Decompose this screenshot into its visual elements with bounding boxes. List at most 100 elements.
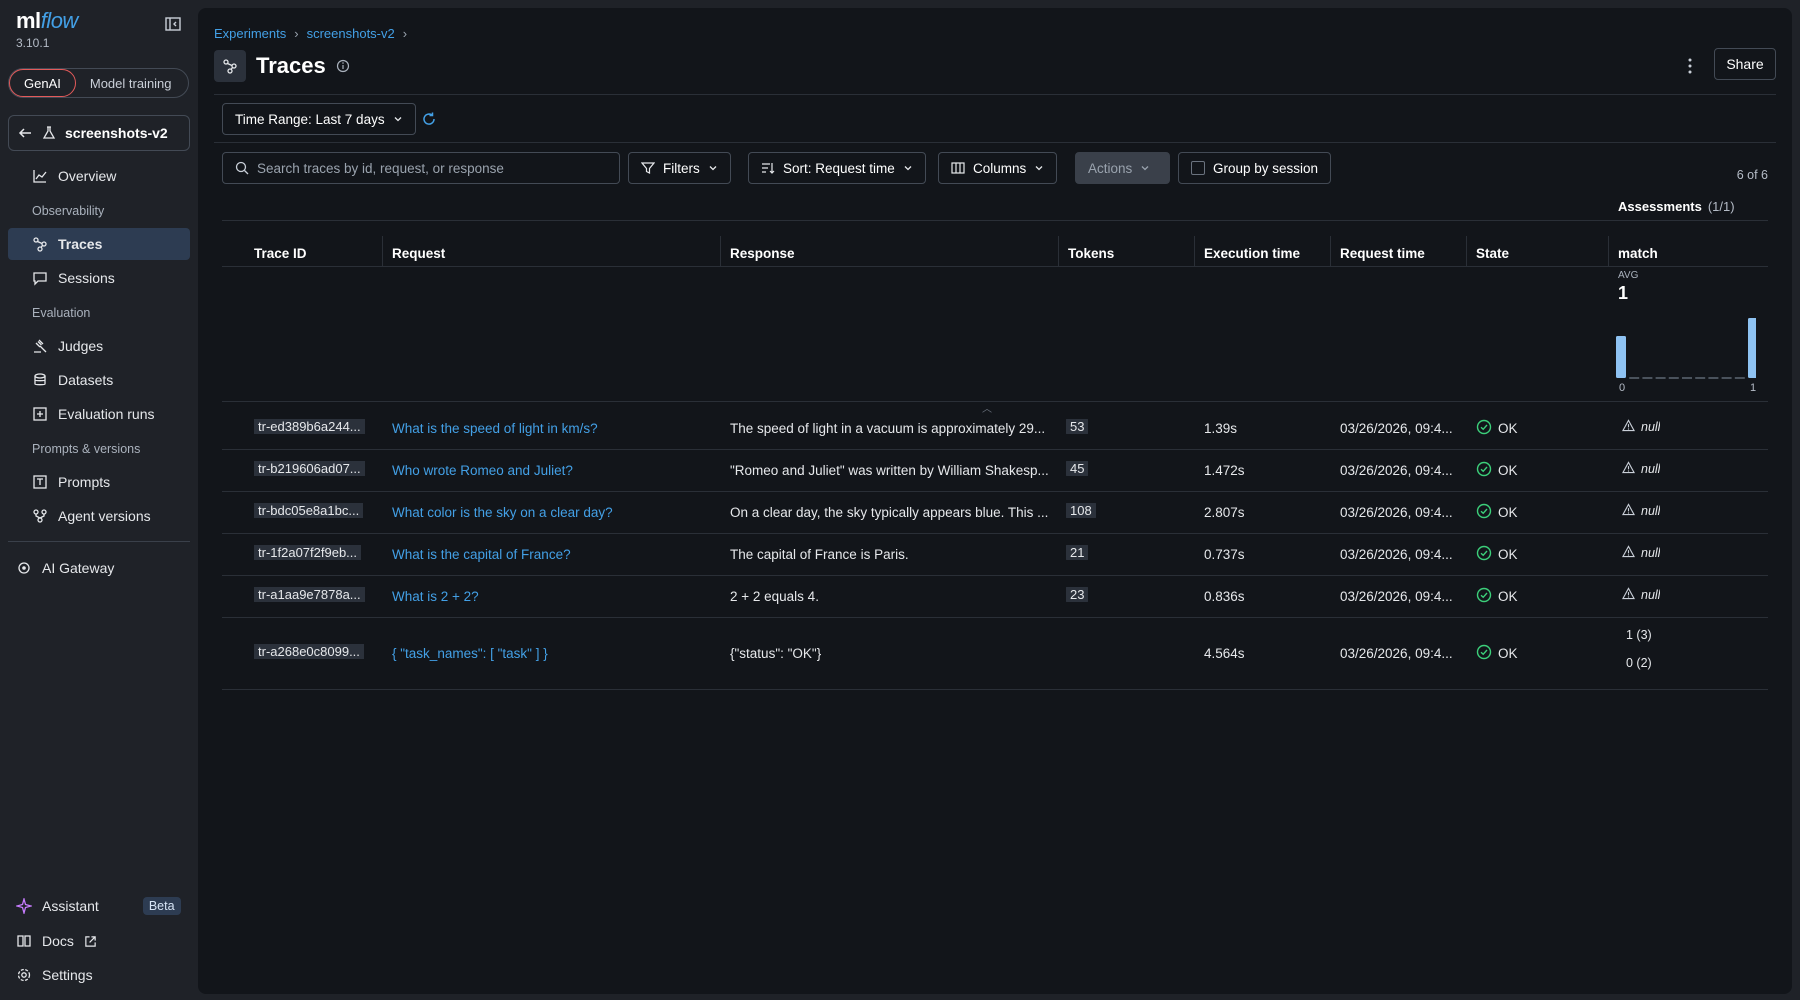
time-range-select[interactable]: Time Range: Last 7 days	[222, 103, 416, 135]
state-label: OK	[1498, 547, 1518, 562]
sidebar-item-ai-gateway[interactable]: AI Gateway	[8, 552, 190, 584]
beta-badge: Beta	[142, 897, 181, 915]
match-cell[interactable]: null	[1622, 461, 1660, 477]
match-cell[interactable]: null	[1622, 587, 1660, 603]
col-separator	[720, 236, 721, 266]
request-link[interactable]: What is the speed of light in km/s?	[392, 421, 598, 436]
columns-icon	[951, 162, 965, 174]
request-link[interactable]: What is the capital of France?	[392, 547, 571, 562]
table-row[interactable]: tr-a1aa9e7878a... What is 2 + 2? 2 + 2 equ…	[222, 576, 1768, 618]
response-text: 2 + 2 equals 4.	[730, 589, 819, 604]
trace-id-tag[interactable]: tr-bdc05e8a1bc...	[254, 503, 364, 518]
actions-button[interactable]: Actions	[1075, 152, 1170, 184]
state-label: OK	[1498, 589, 1518, 604]
chevron-right-icon: ›	[294, 26, 299, 41]
chevron-right-icon: ›	[402, 26, 408, 41]
trace-id-tag[interactable]: tr-ed389b6a244...	[254, 419, 365, 434]
state-cell: OK	[1476, 644, 1518, 663]
execution-time: 1.39s	[1204, 421, 1238, 436]
sidebar-item-datasets[interactable]: Datasets	[8, 364, 190, 396]
mlflow-logo[interactable]: mlflow	[16, 8, 78, 34]
table-top-divider	[222, 220, 1768, 221]
col-response[interactable]: Response	[730, 246, 795, 261]
table-row[interactable]: tr-ed389b6a244... What is the speed of li…	[222, 408, 1768, 450]
request-time: 03/26/2026, 09:4...	[1340, 547, 1453, 562]
response-text: {"status": "OK"}	[730, 646, 822, 661]
trace-id-tag[interactable]: tr-a268e0c8099...	[254, 644, 364, 659]
col-request-time[interactable]: Request time	[1340, 246, 1425, 261]
hist-x-min: 0	[1619, 382, 1626, 394]
hist-bar[interactable]	[1616, 336, 1626, 378]
sidebar-item-judges[interactable]: Judges	[8, 330, 190, 362]
breadcrumb-experiments[interactable]: Experiments	[214, 26, 286, 41]
col-request[interactable]: Request	[392, 246, 445, 261]
table-row[interactable]: tr-b219606ad07... Who wrote Romeo and Jul…	[222, 450, 1768, 492]
col-execution-time[interactable]: Execution time	[1204, 246, 1300, 261]
filters-label: Filters	[663, 160, 700, 176]
col-trace-id[interactable]: Trace ID	[254, 246, 307, 261]
col-state[interactable]: State	[1476, 246, 1509, 261]
hist-bar[interactable]	[1748, 318, 1756, 378]
chevron-down-icon	[904, 166, 912, 171]
filter-icon	[641, 162, 655, 174]
search-input[interactable]	[257, 160, 597, 176]
table-row[interactable]: tr-1f2a07f2f9eb... What is the capital of…	[222, 534, 1768, 576]
trace-id-tag[interactable]: tr-a1aa9e7878a...	[254, 587, 365, 602]
share-button[interactable]: Share	[1714, 48, 1776, 80]
col-match[interactable]: match	[1618, 246, 1658, 261]
sidebar-item-sessions[interactable]: Sessions	[8, 262, 190, 294]
sort-button[interactable]: Sort: Request time	[748, 152, 926, 184]
request-link[interactable]: What color is the sky on a clear day?	[392, 505, 613, 520]
table-row[interactable]: tr-bdc05e8a1bc... What color is the sky o…	[222, 492, 1768, 534]
experiment-selector[interactable]: screenshots-v2	[8, 115, 190, 151]
response-text: On a clear day, the sky typically appear…	[730, 505, 1049, 520]
chevron-down-icon	[1035, 166, 1043, 171]
match-value-a[interactable]: 1 (3)	[1626, 628, 1652, 642]
state-label: OK	[1498, 421, 1518, 436]
mode-genai[interactable]: GenAI	[9, 69, 76, 97]
settings-link[interactable]: Settings	[16, 963, 93, 987]
request-link[interactable]: { "task_names": [ "task" ] }	[392, 646, 548, 661]
token-count: 53	[1066, 419, 1089, 434]
mode-model-training[interactable]: Model training	[76, 69, 186, 97]
state-label: OK	[1498, 505, 1518, 520]
trace-id-tag[interactable]: tr-1f2a07f2f9eb...	[254, 545, 362, 560]
col-separator	[1058, 236, 1059, 266]
filters-button[interactable]: Filters	[628, 152, 731, 184]
match-value-b[interactable]: 0 (2)	[1626, 656, 1652, 670]
more-options-icon[interactable]	[1682, 56, 1698, 76]
refresh-icon[interactable]	[420, 110, 438, 128]
assistant-button[interactable]: Assistant Beta	[16, 894, 181, 918]
sparkle-icon	[16, 898, 32, 914]
match-histogram[interactable]	[1616, 308, 1756, 380]
info-icon[interactable]	[336, 59, 350, 73]
back-arrow-icon[interactable]	[17, 125, 33, 141]
state-cell: OK	[1476, 419, 1518, 438]
breadcrumb-experiment[interactable]: screenshots-v2	[307, 26, 395, 41]
match-cell[interactable]: null	[1622, 503, 1660, 519]
sidebar-item-traces[interactable]: Traces	[8, 228, 190, 260]
chevron-down-icon	[394, 117, 402, 122]
token-count: 23	[1066, 587, 1089, 602]
request-link[interactable]: Who wrote Romeo and Juliet?	[392, 463, 573, 478]
group-by-checkbox[interactable]	[1191, 161, 1205, 175]
trace-id-tag[interactable]: tr-b219606ad07...	[254, 461, 365, 476]
match-cell[interactable]: null	[1622, 419, 1660, 435]
match-cell[interactable]: null	[1622, 545, 1660, 561]
sidebar-item-overview[interactable]: Overview	[8, 160, 190, 192]
traces-icon	[214, 50, 246, 82]
settings-label: Settings	[42, 967, 93, 983]
warning-icon	[1622, 461, 1636, 477]
sidebar-collapse-icon[interactable]	[164, 15, 182, 33]
group-by-session-toggle[interactable]: Group by session	[1178, 152, 1332, 184]
sidebar-item-agent-versions[interactable]: Agent versions	[8, 500, 190, 532]
request-time: 03/26/2026, 09:4...	[1340, 463, 1453, 478]
col-tokens[interactable]: Tokens	[1068, 246, 1114, 261]
request-link[interactable]: What is 2 + 2?	[392, 589, 479, 604]
columns-button[interactable]: Columns	[938, 152, 1058, 184]
sidebar-item-evaluation-runs[interactable]: Evaluation runs	[8, 398, 190, 430]
execution-time: 2.807s	[1204, 505, 1245, 520]
docs-link[interactable]: Docs	[16, 929, 97, 953]
table-row[interactable]: tr-a268e0c8099... { "task_names": [ "task…	[222, 618, 1768, 690]
sidebar-item-prompts[interactable]: Prompts	[8, 466, 190, 498]
